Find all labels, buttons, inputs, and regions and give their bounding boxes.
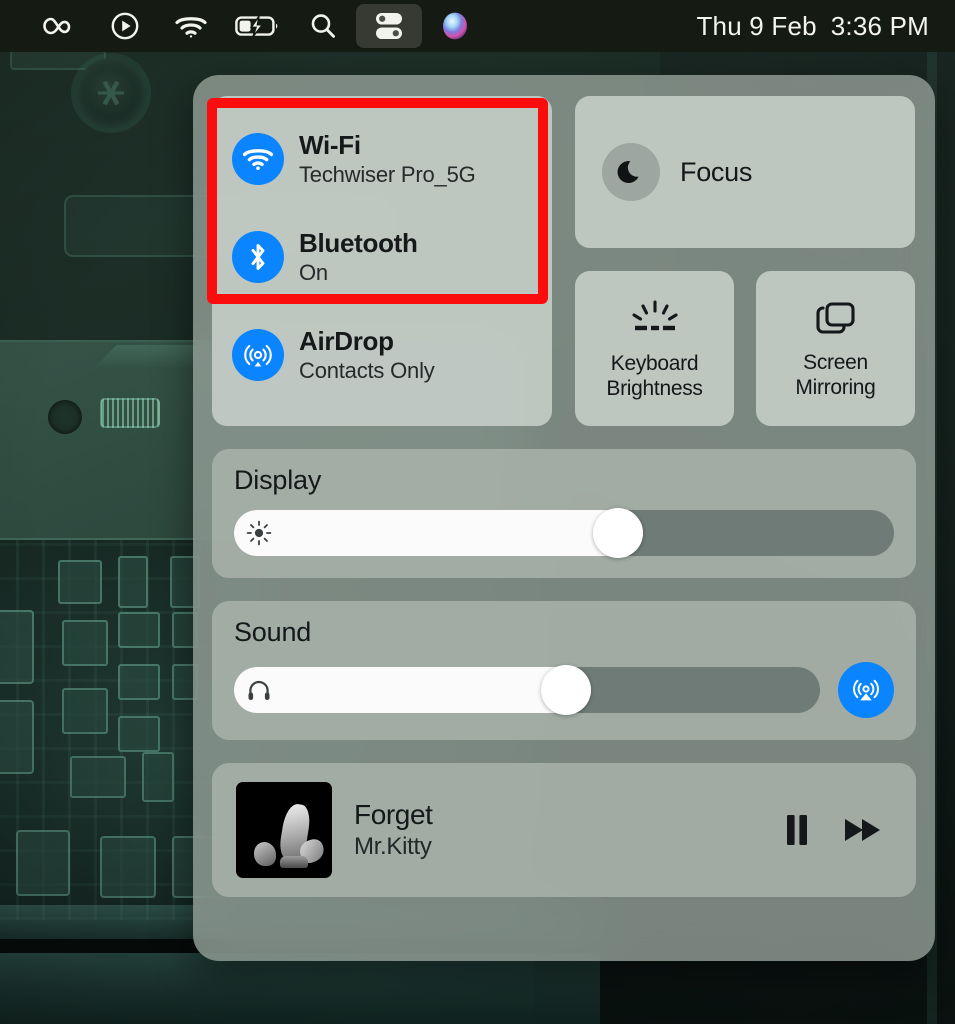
moon-icon [602,143,660,201]
menubar-item-control-center[interactable] [356,4,422,48]
search-icon [308,11,338,41]
infinity-icon [40,15,78,37]
focus-label: Focus [680,156,753,187]
sound-volume-slider[interactable] [234,665,820,715]
menubar-time: 3:36 PM [830,10,929,41]
display-card: Display [212,449,916,578]
bluetooth-status: On [299,260,328,285]
menubar-item-search[interactable] [290,4,356,48]
airdrop-status: Contacts Only [299,358,435,383]
bluetooth-title: Bluetooth [299,228,418,258]
bluetooth-icon[interactable] [232,231,284,283]
keyboard-brightness-tile[interactable]: Keyboard Brightness [575,271,734,426]
control-center-panel: Wi-Fi Techwiser Pro_5G Bluetooth On AirD… [193,75,935,961]
display-brightness-slider[interactable] [234,508,894,558]
display-title: Display [234,465,322,495]
menubar-date: Thu 9 Feb [696,10,817,41]
wifi-icon [174,13,208,39]
wifi-icon[interactable] [232,133,284,185]
menubar-item-siri[interactable] [422,4,488,48]
focus-tile[interactable]: Focus [575,96,915,248]
menubar-item-wifi[interactable] [158,4,224,48]
connectivity-tile: Wi-Fi Techwiser Pro_5G Bluetooth On AirD… [212,96,552,426]
control-center-icon [372,10,406,42]
desktop-screen: Thu 9 Feb 3:36 PM Wi-Fi Techwiser Pro_5G… [0,0,955,1024]
menu-bar: Thu 9 Feb 3:36 PM [0,0,955,52]
battery-charging-icon [235,14,279,38]
fast-forward-icon[interactable] [842,815,884,845]
siri-icon [439,10,471,42]
airplay-audio-icon[interactable] [838,662,894,718]
track-title: Forget [354,799,433,830]
wifi-row[interactable]: Wi-Fi Techwiser Pro_5G [212,110,552,208]
screen-mirroring-tile[interactable]: Screen Mirroring [756,271,915,426]
wifi-title: Wi-Fi [299,130,361,160]
keyboard-brightness-icon [626,299,684,343]
display-slider-knob[interactable] [593,508,644,558]
menubar-item-infinity[interactable] [26,4,92,48]
wifi-network-name: Techwiser Pro_5G [299,162,476,187]
pause-icon[interactable] [782,812,812,848]
keyboard-brightness-label: Keyboard Brightness [606,352,703,400]
menubar-item-play[interactable] [92,4,158,48]
sound-card: Sound [212,601,916,740]
sound-title: Sound [234,617,312,647]
now-playing-card: Forget Mr.Kitty [212,763,916,897]
airdrop-title: AirDrop [299,326,394,356]
album-artwork [236,782,332,878]
track-artist: Mr.Kitty [354,833,432,860]
screen-mirroring-label: Screen Mirroring [795,351,876,399]
headphones-icon [246,677,272,703]
brightness-sun-icon [246,520,272,546]
sound-slider-knob[interactable] [541,665,592,715]
play-circle-icon [110,11,140,41]
bluetooth-row[interactable]: Bluetooth On [212,208,552,306]
menubar-item-battery[interactable] [224,4,290,48]
menubar-clock[interactable]: Thu 9 Feb 3:36 PM [696,11,929,42]
airdrop-icon[interactable] [232,329,284,381]
airdrop-row[interactable]: AirDrop Contacts Only [212,306,552,404]
screen-mirroring-icon [812,300,860,342]
